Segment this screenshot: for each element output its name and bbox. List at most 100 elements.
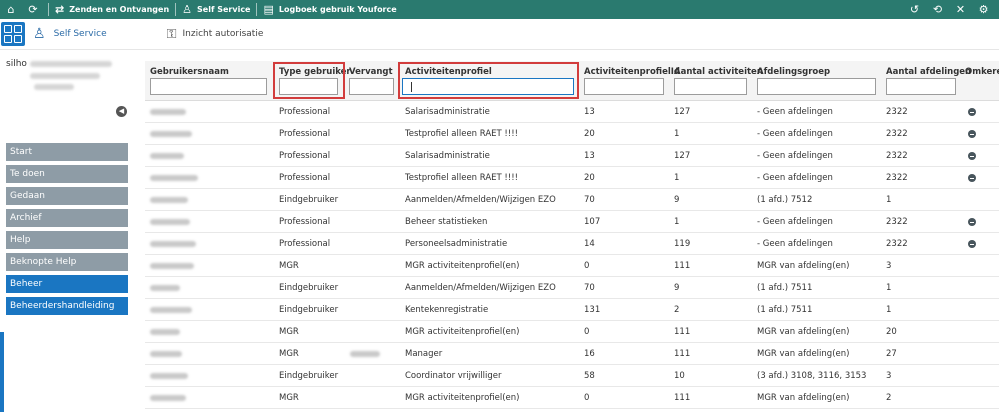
inzicht-autorisatie-label: Inzicht autorisatie (182, 29, 264, 39)
settings-icon[interactable]: ⚙ (972, 3, 995, 16)
cell-afdelingsgroep: MGR van afdeling(en) (757, 393, 850, 403)
table-row[interactable]: Professional Personeelsadministratie 14 119… (145, 233, 999, 255)
sidebar-item-beheer[interactable]: Beheer (6, 275, 128, 293)
sidebar-item-te-doen[interactable]: Te doen (6, 165, 128, 183)
history-icon[interactable]: ⟲ (926, 3, 949, 16)
cell-afdelingsgroep: - Geen afdelingen (757, 173, 833, 183)
cell-aantal-activiteiten: 127 (674, 151, 691, 161)
cell-aantal-activiteiten: 111 (674, 393, 691, 403)
cell-aantal-afdelingen: 3 (886, 261, 892, 271)
col-header-activiteitenprofielid[interactable]: ActiviteitenprofielId (584, 67, 680, 77)
col-header-omkeren[interactable]: Omkeren (965, 67, 999, 77)
table-row[interactable]: MGR MGR activiteitenprofiel(en) 0 111 MGR va… (145, 321, 999, 343)
table-header: Gebruikersnaam Type gebruiker Vervangt A… (145, 61, 999, 101)
filter-aantal-afdelingen[interactable] (886, 78, 956, 95)
table-row[interactable]: Professional Testprofiel alleen RAET !!!!… (145, 123, 999, 145)
omkeren-minus-icon[interactable] (968, 130, 976, 138)
omkeren-minus-icon[interactable] (968, 174, 976, 182)
col-header-vervangt[interactable]: Vervangt (349, 67, 393, 77)
cell-activiteitenprofielid: 58 (584, 371, 595, 381)
filter-vervangt[interactable] (349, 78, 394, 95)
self-service-link[interactable]: ♙ Self Service (33, 26, 107, 42)
cell-afdelingsgroep: (1 afd.) 7511 (757, 305, 813, 315)
sidebar-item-beknopte-help[interactable]: Beknopte Help (6, 253, 128, 271)
omkeren-minus-icon[interactable] (968, 108, 976, 116)
send-receive-icon: ⇄ (55, 3, 65, 16)
filter-gebruikersnaam[interactable] (150, 78, 267, 95)
blurred-username (150, 351, 182, 357)
person-outline-icon: ♙ (33, 26, 46, 42)
table-row[interactable]: Professional Salarisadministratie 13 127 - G… (145, 101, 999, 123)
filter-afdelingsgroep[interactable] (757, 78, 876, 95)
table-row[interactable]: Professional Testprofiel alleen RAET !!!!… (145, 167, 999, 189)
col-header-aantal-afdelingen[interactable]: Aantal afdelingen (886, 67, 971, 77)
sidebar-item-gedaan[interactable]: Gedaan (6, 187, 128, 205)
table-row[interactable]: MGR MGR activiteitenprofiel(en) 0 111 MGR va… (145, 387, 999, 409)
cell-type-gebruiker: MGR (279, 261, 299, 271)
cell-type-gebruiker: Professional (279, 151, 331, 161)
topbar-item-logboek[interactable]: ▤ Logboek gebruik Youforce (261, 3, 398, 16)
filter-aantal-activiteiten[interactable] (674, 78, 747, 95)
cell-activiteitenprofielid: 13 (584, 107, 595, 117)
cell-aantal-afdelingen: 2322 (886, 239, 908, 249)
tools-icon[interactable]: ✕ (949, 3, 972, 16)
cell-aantal-afdelingen: 1 (886, 195, 892, 205)
sidebar-menu: Start Te doen Gedaan Archief Help Beknop… (6, 143, 128, 319)
cell-type-gebruiker: Professional (279, 173, 331, 183)
col-header-aantal-activiteiten[interactable]: Aantal activiteiten (674, 67, 763, 77)
inzicht-autorisatie-link[interactable]: ⚿ Inzicht autorisatie (167, 27, 264, 42)
table-row[interactable]: Eindgebruiker Coordinator vrijwilliger 58 1… (145, 365, 999, 387)
cell-activiteitenprofiel: Manager (405, 349, 443, 359)
table-row[interactable]: MGR MGR activiteitenprofiel(en) 0 111 MGR va… (145, 255, 999, 277)
cell-aantal-afdelingen: 3 (886, 371, 892, 381)
cell-activiteitenprofielid: 70 (584, 195, 595, 205)
cell-afdelingsgroep: MGR van afdeling(en) (757, 349, 850, 359)
table-row[interactable]: Eindgebruiker Aanmelden/Afmelden/Wijzigen… (145, 189, 999, 211)
blurred-username (150, 109, 186, 115)
home-icon[interactable]: ⌂ (0, 0, 22, 19)
cell-activiteitenprofielid: 20 (584, 173, 595, 183)
apps-grid-button[interactable] (1, 22, 25, 46)
cell-aantal-afdelingen: 20 (886, 327, 897, 337)
blurred-username (150, 131, 192, 137)
sidebar-item-start[interactable]: Start (6, 143, 128, 161)
table-row[interactable]: Professional Salarisadministratie 13 127 - G… (145, 145, 999, 167)
blurred-vervangt (350, 351, 380, 357)
collapse-sidebar-button[interactable]: ◀ (116, 106, 127, 117)
highlight-activiteitenprofiel (398, 62, 579, 99)
topbar-item-zenden[interactable]: ⇄ Zenden en Ontvangen (53, 3, 171, 16)
sidebar-item-help[interactable]: Help (6, 231, 128, 249)
col-header-gebruikersnaam[interactable]: Gebruikersnaam (150, 67, 229, 77)
blurred-username (150, 329, 180, 335)
cell-afdelingsgroep: (1 afd.) 7511 (757, 283, 813, 293)
cell-activiteitenprofielid: 131 (584, 305, 601, 315)
table-row[interactable]: MGR Manager 16 111 MGR van afdeling(en) 27 (145, 343, 999, 365)
cell-aantal-activiteiten: 127 (674, 107, 691, 117)
logout-icon[interactable]: ↺ (903, 3, 926, 16)
topbar-right-tools: ↺ ⟲ ✕ ⚙ (903, 0, 995, 19)
topbar-item-label: Self Service (197, 5, 251, 14)
filter-activiteitenprofielid[interactable] (584, 78, 664, 95)
cell-aantal-afdelingen: 27 (886, 349, 897, 359)
omkeren-minus-icon[interactable] (968, 240, 976, 248)
cell-activiteitenprofielid: 0 (584, 327, 590, 337)
refresh-icon[interactable]: ⟳ (22, 0, 44, 19)
username: silho (6, 59, 27, 69)
table-row[interactable]: Professional Beheer statistieken 107 1 - Gee… (145, 211, 999, 233)
topbar-item-label: Logboek gebruik Youforce (278, 5, 397, 14)
table-row[interactable]: Eindgebruiker Kentekenregistratie 131 2 (1 a… (145, 299, 999, 321)
table-row[interactable]: Eindgebruiker Aanmelden/Afmelden/Wijzigen… (145, 277, 999, 299)
col-header-afdelingsgroep[interactable]: Afdelingsgroep (757, 67, 830, 77)
cell-aantal-activiteiten: 1 (674, 217, 680, 227)
topbar-item-self-service[interactable]: ♙ Self Service (180, 3, 252, 16)
omkeren-minus-icon[interactable] (968, 152, 976, 160)
cell-aantal-activiteiten: 9 (674, 195, 680, 205)
cell-activiteitenprofielid: 13 (584, 151, 595, 161)
key-document-icon: ⚿ (166, 26, 177, 42)
highlight-type-gebruiker (273, 62, 345, 99)
cell-afdelingsgroep: (3 afd.) 3108, 3116, 3153 (757, 371, 867, 381)
sidebar-item-archief[interactable]: Archief (6, 209, 128, 227)
omkeren-minus-icon[interactable] (968, 218, 976, 226)
cell-aantal-activiteiten: 119 (674, 239, 691, 249)
sidebar-item-beheerdershandleiding[interactable]: Beheerdershandleiding (6, 297, 128, 315)
